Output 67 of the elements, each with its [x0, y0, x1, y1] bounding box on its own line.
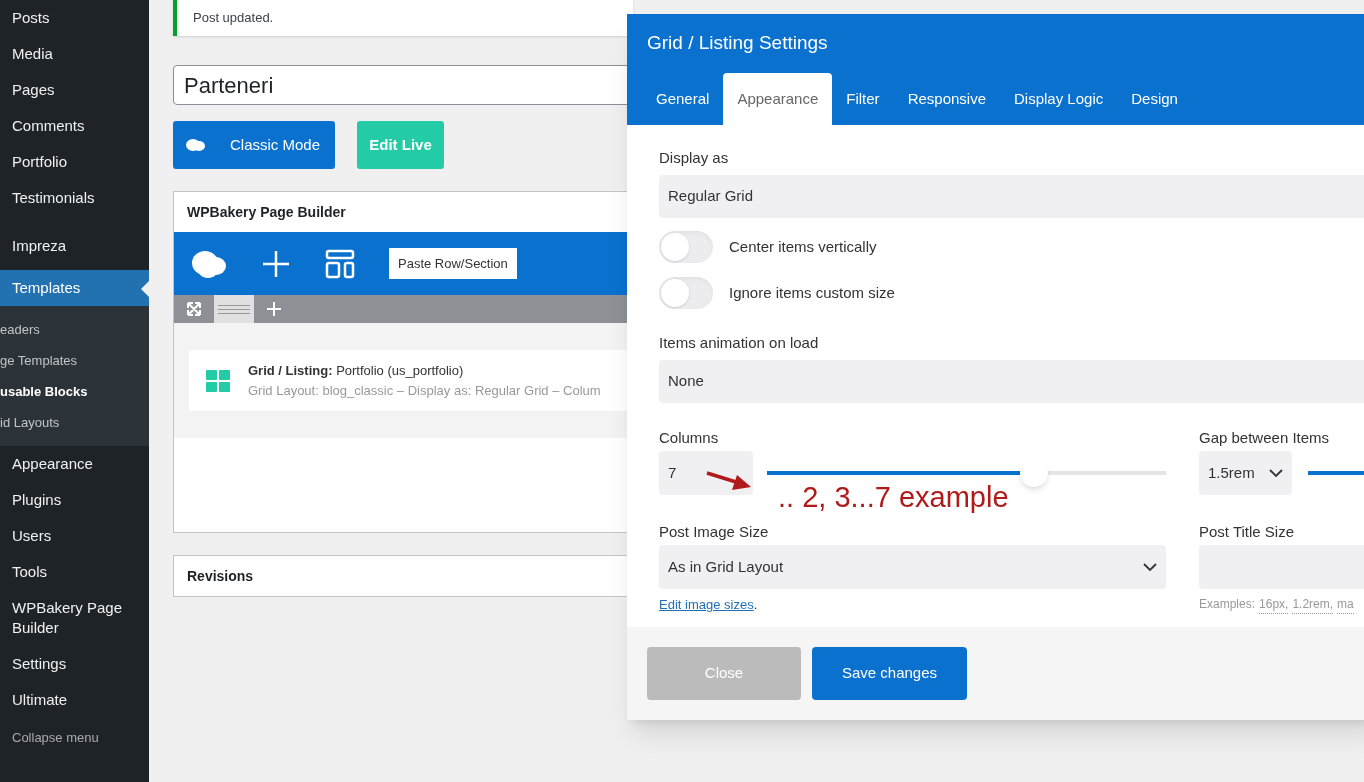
grid-icon [206, 369, 231, 392]
sidebar-item[interactable]: Posts [0, 0, 149, 36]
chevron-down-icon [1269, 468, 1283, 478]
dialog-title: Grid / Listing Settings [646, 31, 829, 56]
sidebar-item[interactable]: Ultimate [0, 682, 149, 718]
sidebar-item[interactable]: Users [0, 518, 149, 554]
submenu-item[interactable]: usable Blocks [0, 376, 149, 407]
toggle-switch[interactable] [659, 277, 713, 309]
tab[interactable]: General [642, 73, 724, 125]
submenu-item[interactable]: id Layouts [0, 407, 149, 438]
field-label: Items animation on load [659, 333, 820, 353]
row-handle[interactable] [214, 295, 254, 323]
sidebar-item[interactable]: Impreza [0, 228, 149, 264]
sidebar-item[interactable]: WPBakery Page Builder [0, 590, 149, 646]
animation-select[interactable]: None [659, 360, 1364, 403]
image-size-select[interactable]: As in Grid Layout [659, 545, 1166, 589]
slider-track[interactable] [1308, 471, 1364, 475]
gap-select[interactable]: 1.5rem [1199, 451, 1292, 495]
layout-icon[interactable] [325, 248, 355, 279]
slider-handle[interactable] [1020, 459, 1049, 487]
link-period: . [753, 597, 758, 612]
element-summary: Grid Layout: blog_classic – Display as: Regular Grid – Colum [248, 381, 601, 400]
tab[interactable]: Appearance [723, 73, 833, 125]
columns-slider[interactable] [767, 459, 1166, 487]
cloud-icon[interactable] [191, 249, 227, 278]
field-label: Post Title Size [1199, 522, 1296, 542]
chevron-down-icon [1143, 562, 1157, 572]
field-label: Post Image Size [659, 522, 770, 542]
tab[interactable]: Responsive [893, 73, 1000, 125]
save-changes-button[interactable]: Save changes [812, 647, 967, 700]
tab[interactable]: Design [1117, 73, 1192, 125]
toggle-switch[interactable] [659, 231, 713, 263]
columns-field[interactable]: 7 [659, 451, 753, 495]
field-label: Columns [659, 428, 720, 448]
sidebar-item[interactable]: Comments [0, 108, 149, 144]
sidebar-item[interactable]: Portfolio [0, 144, 149, 180]
paste-row-button[interactable]: Paste Row/Section [389, 248, 517, 279]
element-title: Grid / Listing: Portfolio (us_portfolio) [248, 362, 465, 380]
sidebar-item[interactable]: Media [0, 36, 149, 72]
edit-image-sizes-link[interactable]: Edit image sizes [659, 597, 754, 612]
classic-mode-button[interactable]: Classic Mode [173, 121, 335, 169]
sidebar-item[interactable]: Templates [0, 270, 149, 306]
tab[interactable]: Display Logic [1000, 73, 1118, 125]
submenu-item[interactable]: eaders [0, 314, 149, 345]
collapse-menu[interactable]: Collapse menu [0, 728, 149, 748]
sidebar-item[interactable]: Testimonials [0, 180, 149, 216]
toggle-label: Ignore items custom size [729, 282, 895, 303]
sidebar-item[interactable]: Settings [0, 646, 149, 682]
sidebar-item[interactable]: Tools [0, 554, 149, 590]
submenu-item[interactable]: ge Templates [0, 345, 149, 376]
toggle-label: Center items vertically [729, 236, 877, 257]
plus-icon[interactable] [266, 301, 282, 317]
examples-label: Examples: [1199, 596, 1256, 613]
field-label: Gap between Items [1199, 428, 1331, 448]
annotation-text: .. 2, 3...7 example [778, 480, 1009, 515]
annotation-arrow [706, 470, 752, 492]
panel-title: WPBakery Page Builder [186, 202, 347, 222]
sidebar-item[interactable]: Pages [0, 72, 149, 108]
notice: Post updated. [173, 0, 633, 36]
fullscreen-icon[interactable] [187, 302, 201, 316]
display-as-select[interactable]: Regular Grid [659, 175, 1364, 218]
field-label: Display as [659, 148, 730, 168]
plus-icon[interactable] [261, 248, 291, 279]
sidebar-item[interactable]: Plugins [0, 482, 149, 518]
sidebar-item[interactable]: Appearance [0, 446, 149, 482]
cloud-icon [185, 138, 205, 152]
tab[interactable]: Filter [832, 73, 894, 125]
